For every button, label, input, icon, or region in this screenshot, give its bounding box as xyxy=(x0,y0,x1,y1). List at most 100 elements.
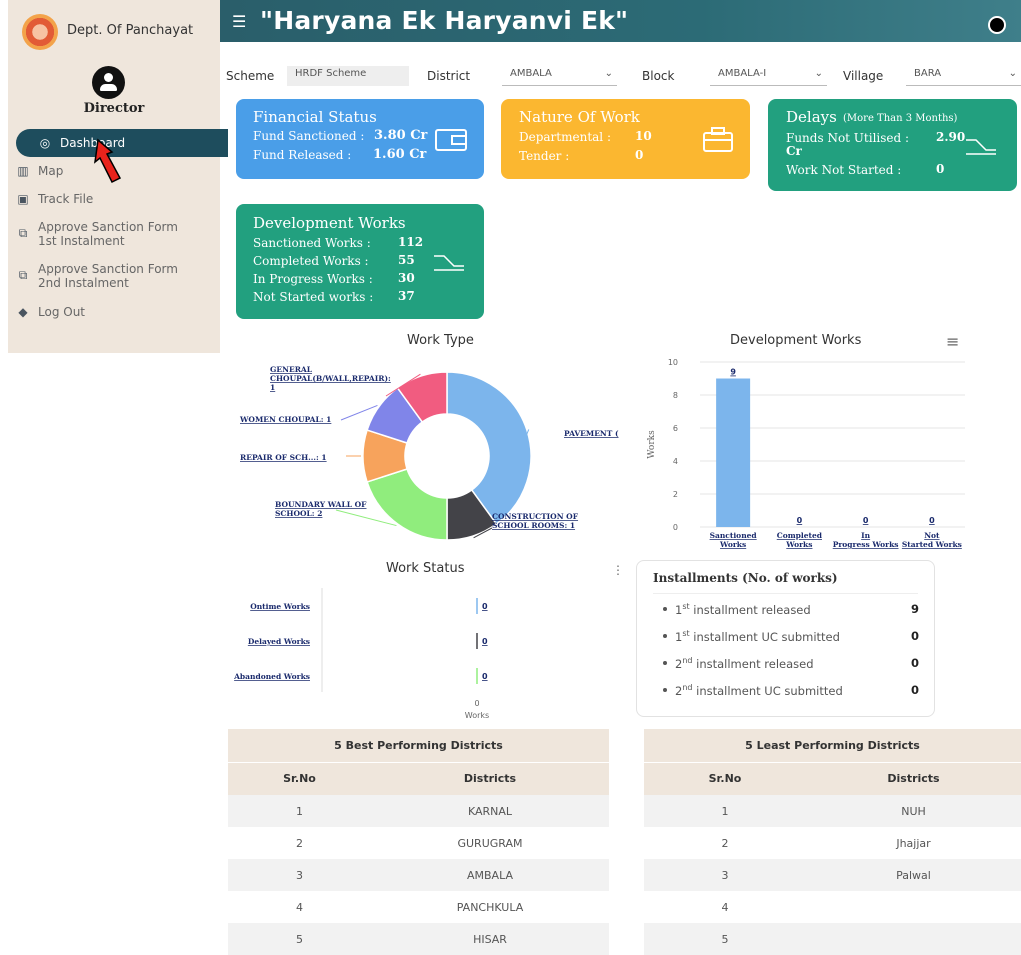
table-row: 3 AMBALA xyxy=(228,859,609,891)
sidebar-item-approve-sanction-2nd[interactable]: ⧉ Approve Sanction Form 2nd Instalment xyxy=(16,262,178,294)
sidebar-item-label: Approve Sanction Form xyxy=(38,262,178,276)
data-label: 0 xyxy=(482,672,488,681)
table-row: 5 xyxy=(644,923,1021,955)
financial-status-card[interactable]: Financial Status Fund Sanctioned : 3.80 … xyxy=(236,99,484,179)
village-select[interactable]: BARA ⌄ xyxy=(906,66,1021,86)
haryana-emblem-logo xyxy=(22,14,58,50)
district-select[interactable]: AMBALA ⌄ xyxy=(502,66,617,86)
installment-label: installment released xyxy=(689,602,811,617)
district-value: AMBALA xyxy=(510,68,552,79)
chevron-down-icon: ⌄ xyxy=(1008,68,1017,79)
donut-label-line: SCHOOL ROOMS: 1 xyxy=(492,521,575,530)
inprogress-works-label: In Progress Works : xyxy=(253,272,373,286)
installment-value: 0 xyxy=(910,683,919,697)
chart-menu-icon[interactable]: ⋮ xyxy=(612,563,624,577)
donut-slice xyxy=(366,468,448,541)
cell-srno: 3 xyxy=(228,859,371,891)
bullet-icon xyxy=(663,661,667,665)
chart-menu-icon[interactable]: ≡ xyxy=(946,332,959,351)
table-row: 4 PANCHKULA xyxy=(228,891,609,923)
map-icon: ▥ xyxy=(17,164,29,178)
y-tick-label: 8 xyxy=(673,391,678,400)
user-account-icon[interactable] xyxy=(988,16,1006,34)
top-header: ☰ "Haryana Ek Haryanvi Ek" xyxy=(220,0,1021,42)
table-row: 1 KARNAL xyxy=(228,795,609,827)
table-title: 5 Least Performing Districts xyxy=(644,729,1021,762)
sidebar-item-label: Track File xyxy=(38,192,94,206)
sidebar-item-label-block: Approve Sanction Form 1st Instalment xyxy=(38,220,178,248)
page-title: "Haryana Ek Haryanvi Ek" xyxy=(260,6,629,35)
work-status-bar-chart: Ontime Works 0 Delayed Works 0 Abandoned Wor… xyxy=(233,588,489,720)
sidebar-item-logout[interactable]: ◆ Log Out xyxy=(16,299,85,325)
bullet-icon xyxy=(663,688,667,692)
data-label: 0 xyxy=(482,637,488,646)
sidebar-item-track-file[interactable]: ▣ Track File xyxy=(16,186,93,212)
ordinal-suffix: nd xyxy=(682,656,693,665)
notstarted-works-value: 37 xyxy=(398,289,415,303)
block-select[interactable]: AMBALA-I ⌄ xyxy=(710,66,827,86)
fund-sanctioned-label: Fund Sanctioned : xyxy=(253,129,365,143)
table-row: 5 HISAR xyxy=(228,923,609,955)
installment-label: installment released xyxy=(692,656,814,671)
cell-srno: 2 xyxy=(228,827,371,859)
cell-srno: 2 xyxy=(644,827,806,859)
development-chart-title: Development Works xyxy=(730,333,862,348)
funds-not-utilised-unit: Cr xyxy=(786,144,802,158)
donut-label-line: REPAIR OF SCH...: 1 xyxy=(240,453,327,462)
x-tick-label: Completed xyxy=(777,531,823,540)
block-value: AMBALA-I xyxy=(718,68,767,79)
installment-value: 0 xyxy=(910,656,919,670)
sidebar-item-approve-sanction-1st[interactable]: ⧉ Approve Sanction Form 1st Instalment xyxy=(16,220,178,252)
y-axis-label: Works xyxy=(647,430,657,459)
ordinal-suffix: st xyxy=(682,629,690,638)
tender-value: 0 xyxy=(635,148,644,162)
data-label: 0 xyxy=(863,516,869,525)
installment-value: 9 xyxy=(910,602,919,616)
dept-name: Dept. Of Panchayat xyxy=(67,23,194,38)
funds-not-utilised-label: Funds Not Utilised : xyxy=(786,131,910,145)
fund-released-label: Fund Released : xyxy=(253,148,352,162)
cell-district: KARNAL xyxy=(371,795,609,827)
completed-works-value: 55 xyxy=(398,253,415,267)
delays-card[interactable]: Delays (More Than 3 Months) Funds Not Ut… xyxy=(768,99,1017,191)
cell-srno: 5 xyxy=(228,923,371,955)
brand[interactable]: Dept. Of Panchayat xyxy=(8,0,220,68)
hamburger-menu-icon[interactable]: ☰ xyxy=(232,12,246,31)
data-label: 0 xyxy=(929,516,935,525)
nature-of-work-card[interactable]: Nature Of Work Departmental : 10 Tender … xyxy=(501,99,750,179)
inprogress-works-value: 30 xyxy=(398,271,415,285)
bullet-icon xyxy=(663,607,667,611)
ordinal-suffix: nd xyxy=(682,683,693,692)
table-row: 2 GURUGRAM xyxy=(228,827,609,859)
sidebar-item-map[interactable]: ▥ Map xyxy=(16,158,63,184)
installment-label: installment UC submitted xyxy=(692,683,843,698)
scheme-value: HRDF Scheme xyxy=(295,68,367,79)
x-tick-label: Works xyxy=(719,540,746,549)
cell-srno: 4 xyxy=(644,891,806,923)
category-label: Ontime Works xyxy=(250,602,310,611)
donut-label: GENERAL CHOUPAL(B/WALL,REPAIR): 1 xyxy=(270,365,391,392)
work-not-started-label: Work Not Started : xyxy=(786,163,902,177)
development-works-card[interactable]: Development Works Sanctioned Works : 112… xyxy=(236,204,484,319)
development-works-bar-chart: 0246810Works9SanctionedWorks0CompletedWo… xyxy=(647,358,965,549)
cell-district xyxy=(806,923,1021,955)
cell-srno: 1 xyxy=(228,795,371,827)
donut-label-line: CONSTRUCTION OF xyxy=(492,512,579,521)
least-districts-table: 5 Least Performing Districts Sr.No Distr… xyxy=(644,729,1021,955)
donut-label: WOMEN CHOUPAL: 1 xyxy=(239,415,331,424)
installments-title: Installments (No. of works) xyxy=(653,571,838,585)
x-tick-label: Sanctioned xyxy=(710,531,758,540)
x-tick-label: Works xyxy=(785,540,812,549)
ordinal-suffix: st xyxy=(682,602,690,611)
wallet-icon xyxy=(435,129,467,151)
briefcase-icon xyxy=(703,127,733,152)
table-title: 5 Best Performing Districts xyxy=(228,729,609,762)
user-avatar-icon[interactable] xyxy=(92,66,125,99)
donut-label: PAVEMENT ( xyxy=(564,429,619,438)
departmental-value: 10 xyxy=(635,129,652,143)
sidebar-item-label: Approve Sanction Form xyxy=(38,220,178,234)
divider xyxy=(653,593,918,594)
table-row: 3 Palwal xyxy=(644,859,1021,891)
scheme-select[interactable]: HRDF Scheme xyxy=(287,66,409,86)
trend-down-icon xyxy=(434,255,464,271)
